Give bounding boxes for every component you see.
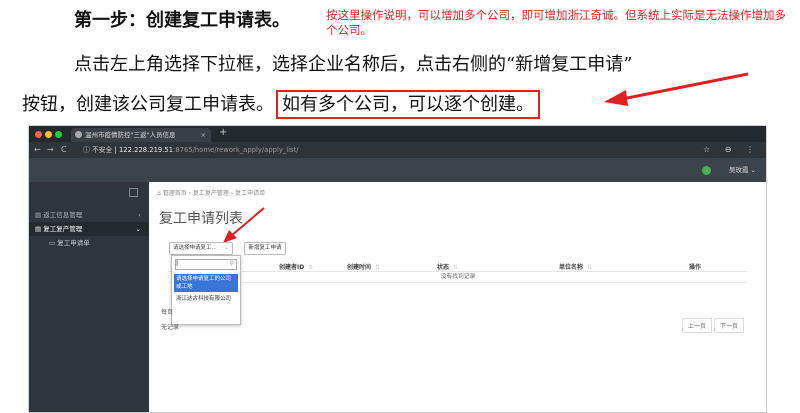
address-bar: ← → C ⓘ 不安全 | 122.228.219.51:8765/home/r…: [29, 142, 766, 158]
empty-row: 没有找到记录: [169, 272, 747, 283]
instruction-document: 第一步：创建复工申请表。 按这里操作说明，可以增加多个公司，即可增加浙江奇诚。但…: [0, 0, 800, 122]
close-window-dot[interactable]: [35, 131, 42, 138]
search-icon: ⚲: [229, 260, 234, 267]
tab-bar: 温州市疫情防控"三返"人员信息 × +: [29, 126, 766, 142]
next-page-button[interactable]: 下一页: [713, 318, 744, 333]
chevron-left-icon: ‹: [138, 211, 141, 219]
instruction-paragraph-1: 点击左上角选择下拉框，选择企业名称后，点击右侧的“新增复工申请”: [74, 54, 633, 75]
chevron-down-icon: ⌄: [135, 225, 141, 233]
annotation-note: 按这里操作说明，可以增加多个公司，即可增加浙江奇诚。但系统上实际是无法操作增加多…: [326, 8, 786, 37]
browser-window: 温州市疫情防控"三返"人员信息 × + ← → C ⓘ 不安全 | 122.22…: [28, 125, 767, 413]
dropdown-search-input[interactable]: | ⚲: [175, 259, 237, 270]
url-path: :8765/home/rework_apply/apply_list/: [173, 146, 299, 154]
minimize-window-dot[interactable]: [45, 131, 52, 138]
company-select[interactable]: 请选择申请复工... ⌄: [169, 242, 233, 255]
step-title: 第一步：创建复工申请表。: [74, 10, 290, 31]
highlighted-sentence: 如有多个公司，可以逐个创建。: [276, 90, 540, 119]
security-indicator[interactable]: ⓘ 不安全: [83, 146, 112, 154]
column-label: 创建时间: [347, 264, 372, 271]
sidebar-item-label: ▭ 复工申请单: [49, 239, 90, 247]
application-table: 创建者ID ⇅ 创建时间 ⇅ 状态 ⇅ 单位名称 ⇅ 操作 没有找到记录: [169, 260, 747, 283]
back-icon[interactable]: ←: [34, 142, 41, 158]
sort-icon: ⇅: [587, 264, 593, 271]
sort-icon: ⇅: [308, 264, 314, 271]
maximize-window-dot[interactable]: [55, 131, 62, 138]
reload-icon[interactable]: C: [61, 142, 67, 158]
sidebar-item-return-info[interactable]: ▤ 返工信息管理 ‹: [29, 208, 149, 222]
red-arrow-annotation: [604, 72, 749, 106]
sidebar-item-application-form[interactable]: ▭ 复工申请单: [29, 236, 149, 250]
favicon-icon: [75, 131, 82, 138]
add-application-button[interactable]: 新增复工申请: [244, 242, 286, 255]
app-header: 吴玫霞 ⌄: [29, 158, 766, 182]
sidebar-item-resumption[interactable]: ▤ 复工复产管理 ⌄: [29, 222, 149, 236]
column-header[interactable]: 创建时间 ⇅: [347, 262, 380, 271]
tab-close-icon[interactable]: ×: [201, 128, 206, 142]
company-dropdown: | ⚲ 请选择申请复工的公司或工地 浙江达古科技有限公司: [171, 255, 241, 325]
sidebar-item-label: ▤ 复工复产管理: [35, 225, 83, 233]
per-page-label: 每页: [161, 309, 174, 316]
sidebar-item-label: ▤ 返工信息管理: [35, 211, 83, 219]
column-header[interactable]: 状态 ⇅: [437, 262, 458, 271]
column-label: 创建者ID: [279, 264, 305, 271]
forward-icon[interactable]: →: [47, 142, 54, 158]
sort-icon: ⇅: [453, 264, 459, 271]
red-pointer-arrow-icon: [223, 207, 265, 243]
tab-title: 温州市疫情防控"三返"人员信息: [85, 131, 176, 139]
url-field[interactable]: ⓘ 不安全 | 122.228.219.51:8765/home/rework_…: [83, 144, 299, 156]
browser-toolbar-icons[interactable]: ☆ ⊖ ⋮: [703, 142, 760, 158]
chevron-down-icon: ⌄: [224, 245, 229, 251]
dropdown-option[interactable]: 请选择申请复工的公司或工地: [174, 274, 238, 292]
breadcrumb[interactable]: ⌂ 管理首页 › 复工复产管理 › 复工申请单: [157, 188, 265, 197]
user-menu[interactable]: 吴玫霞 ⌄: [701, 164, 756, 175]
select-value: 请选择申请复工...: [173, 245, 217, 251]
new-tab-icon[interactable]: +: [219, 127, 227, 138]
user-name[interactable]: 吴玫霞 ⌄: [729, 166, 756, 174]
no-record-text: 无记录: [161, 324, 180, 331]
url-host: 122.228.219.51: [118, 146, 174, 154]
table-header: 创建者ID ⇅ 创建时间 ⇅ 状态 ⇅ 单位名称 ⇅ 操作: [169, 260, 747, 272]
browser-tab[interactable]: 温州市疫情防控"三返"人员信息 ×: [71, 128, 211, 142]
sidebar: ▤ 返工信息管理 ‹ ▤ 复工复产管理 ⌄ ▭ 复工申请单: [29, 182, 149, 412]
pagination: 上一页 下一页: [680, 318, 744, 333]
column-header[interactable]: 单位名称 ⇅: [559, 262, 592, 271]
sort-icon: ⇅: [375, 264, 381, 271]
paragraph-2-prefix: 按钮，创建该公司复工申请表。: [22, 94, 274, 115]
main-content: ⌂ 管理首页 › 复工复产管理 › 复工申请单 复工申请列表 请选择申请复工..…: [149, 182, 766, 412]
prev-page-button[interactable]: 上一页: [681, 318, 712, 333]
column-header: 操作: [689, 264, 702, 271]
avatar[interactable]: [701, 165, 711, 175]
sidebar-collapse-icon[interactable]: [129, 188, 138, 197]
column-label: 单位名称: [559, 264, 584, 271]
column-header[interactable]: 创建者ID ⇅: [279, 262, 313, 271]
search-caret: |: [176, 260, 179, 267]
dropdown-option[interactable]: 浙江达古科技有限公司: [174, 294, 238, 304]
column-label: 状态: [437, 264, 450, 271]
instruction-paragraph-2: 按钮，创建该公司复工申请表。 如有多个公司，可以逐个创建。: [22, 90, 540, 119]
